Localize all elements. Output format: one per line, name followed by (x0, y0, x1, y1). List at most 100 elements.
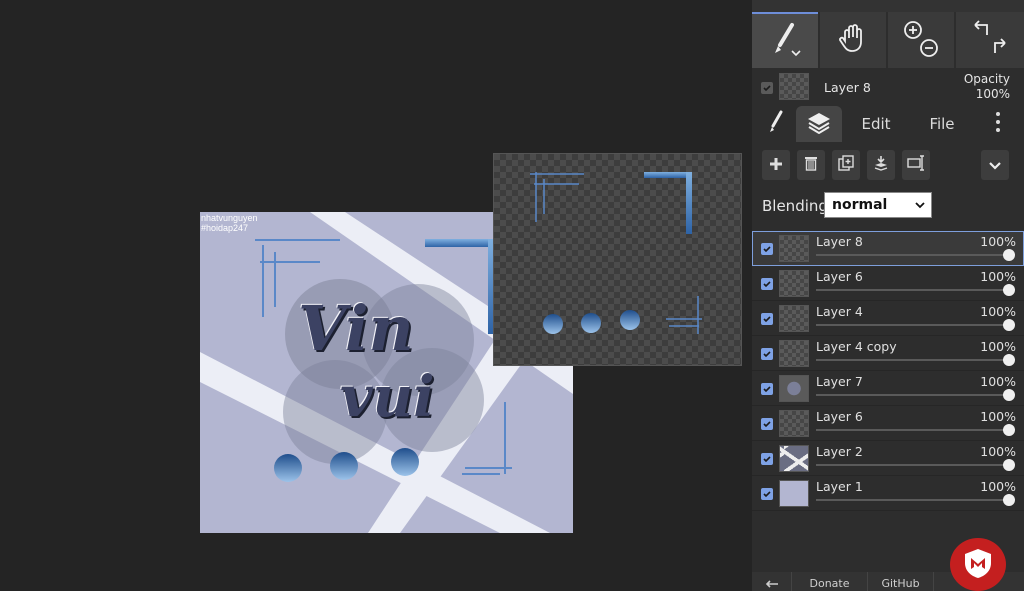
layer-row[interactable]: Layer 6 100% (752, 406, 1024, 441)
current-layer-row: Layer 8 Opacity 100% (752, 70, 1024, 106)
delete-layer-button[interactable] (797, 150, 825, 180)
current-layer-name: Layer 8 (824, 80, 871, 95)
layer-opacity-slider-handle[interactable] (1003, 354, 1015, 366)
layers-icon (806, 110, 832, 138)
layer-opacity-slider[interactable] (816, 429, 1010, 431)
github-button[interactable]: GitHub (868, 572, 934, 591)
layer-thumbnail (779, 270, 809, 297)
layer-name: Layer 4 (816, 304, 863, 319)
layer-thumbnail (779, 480, 809, 507)
layer-options-dropdown[interactable] (981, 150, 1009, 180)
layer-opacity-slider[interactable] (816, 499, 1010, 501)
more-vertical-icon (995, 111, 1001, 137)
layer-row[interactable]: Layer 2 100% (752, 441, 1024, 476)
blending-select[interactable]: normal (824, 192, 932, 218)
layer-visibility-checkbox[interactable] (761, 418, 773, 430)
tab-edit[interactable]: Edit (848, 106, 904, 142)
chevron-down-icon (915, 193, 925, 225)
right-panel: Layer 8 Opacity 100% Edit File Blending … (752, 0, 1024, 591)
layer-row[interactable]: Layer 4 100% (752, 301, 1024, 336)
layer-name: Layer 1 (816, 479, 863, 494)
duplicate-layer-icon (838, 155, 854, 175)
layer-row[interactable]: Layer 7 100% (752, 371, 1024, 406)
layer-thumbnail (779, 305, 809, 332)
mcafee-shield-icon (963, 547, 993, 583)
tab-brush[interactable] (758, 106, 794, 142)
layer-opacity-slider-handle[interactable] (1003, 459, 1015, 471)
layer-opacity-slider[interactable] (816, 359, 1010, 361)
layer-name: Layer 7 (816, 374, 863, 389)
layer-name: Layer 8 (816, 234, 863, 249)
layer-opacity-value: 100% (980, 339, 1016, 354)
layer-visibility-checkbox[interactable] (761, 453, 773, 465)
layer-thumbnail (779, 375, 809, 402)
layer-opacity-slider[interactable] (816, 394, 1010, 396)
hand-tool-button[interactable] (820, 12, 886, 68)
security-badge[interactable] (950, 538, 1006, 591)
brush-icon (768, 19, 802, 63)
artwork-title-line-2: vui (340, 364, 435, 430)
layer-thumbnail (779, 410, 809, 437)
zoom-tool-button[interactable] (888, 12, 954, 68)
tool-row (752, 12, 1024, 68)
layer-preview (493, 153, 742, 366)
canvas-area[interactable]: nhatvunguyen #hoidap247 Vin vui (0, 0, 752, 591)
panel-top-strip (752, 0, 1024, 12)
layer-thumbnail (779, 235, 809, 262)
tab-file[interactable]: File (912, 106, 972, 142)
merge-down-button[interactable] (867, 150, 895, 180)
donate-button[interactable]: Donate (792, 572, 868, 591)
current-layer-opacity[interactable]: Opacity 100% (964, 72, 1010, 102)
layer-opacity-slider-handle[interactable] (1003, 389, 1015, 401)
layer-opacity-slider[interactable] (816, 464, 1010, 466)
layer-visibility-checkbox[interactable] (761, 313, 773, 325)
watermark-line-1: nhatvunguyen (201, 213, 258, 223)
layer-visibility-checkbox[interactable] (761, 243, 773, 255)
layer-opacity-slider[interactable] (816, 254, 1010, 256)
back-button[interactable] (752, 572, 792, 591)
layer-thumbnail (779, 445, 809, 472)
layer-visibility-checkbox[interactable] (761, 383, 773, 395)
layers-list: Layer 8 100% Layer 6 100% Layer 4 100% Layer 4… (752, 231, 1024, 511)
blending-value: normal (832, 197, 888, 213)
hand-pan-icon (839, 23, 867, 57)
layer-opacity-value: 100% (980, 304, 1016, 319)
layer-opacity-slider-handle[interactable] (1003, 494, 1015, 506)
layer-opacity-slider-handle[interactable] (1003, 319, 1015, 331)
layer-name: Layer 6 (816, 409, 863, 424)
layer-visibility-checkbox[interactable] (761, 488, 773, 500)
layer-actions-row (752, 150, 1024, 184)
layer-thumbnail (779, 340, 809, 367)
layer-opacity-slider-handle[interactable] (1003, 284, 1015, 296)
opacity-value: 100% (975, 87, 1010, 101)
undo-redo-button[interactable] (956, 12, 1024, 68)
layer-visibility-checkbox[interactable] (761, 348, 773, 360)
layer-row[interactable]: Layer 1 100% (752, 476, 1024, 511)
tab-layers[interactable] (796, 106, 842, 142)
current-layer-visibility-checkbox[interactable] (761, 82, 773, 94)
zoom-in-out-icon (896, 15, 946, 65)
layer-opacity-slider-handle[interactable] (1003, 424, 1015, 436)
duplicate-layer-button[interactable] (832, 150, 860, 180)
layer-preview-drawing (530, 172, 702, 334)
layer-row[interactable]: Layer 4 copy 100% (752, 336, 1024, 371)
transform-layer-button[interactable] (902, 150, 930, 180)
layer-opacity-value: 100% (980, 444, 1016, 459)
layer-opacity-slider[interactable] (816, 289, 1010, 291)
arrow-left-icon (762, 580, 782, 591)
layer-visibility-checkbox[interactable] (761, 278, 773, 290)
layer-opacity-value: 100% (980, 479, 1016, 494)
panel-tabs: Edit File (752, 106, 1024, 142)
add-layer-button[interactable] (762, 150, 790, 180)
more-menu-button[interactable] (988, 106, 1008, 142)
blending-row: Blending normal (752, 192, 1024, 220)
layer-name: Layer 2 (816, 444, 863, 459)
layer-opacity-value: 100% (980, 269, 1016, 284)
layer-row[interactable]: Layer 8 100% (752, 231, 1024, 266)
watermark-line-2: #hoidap247 (201, 223, 249, 233)
layer-opacity-slider[interactable] (816, 324, 1010, 326)
layer-row[interactable]: Layer 6 100% (752, 266, 1024, 301)
brush-tool-button[interactable] (752, 12, 818, 68)
layer-opacity-slider-handle[interactable] (1003, 249, 1015, 261)
delete-layer-icon (804, 155, 818, 175)
